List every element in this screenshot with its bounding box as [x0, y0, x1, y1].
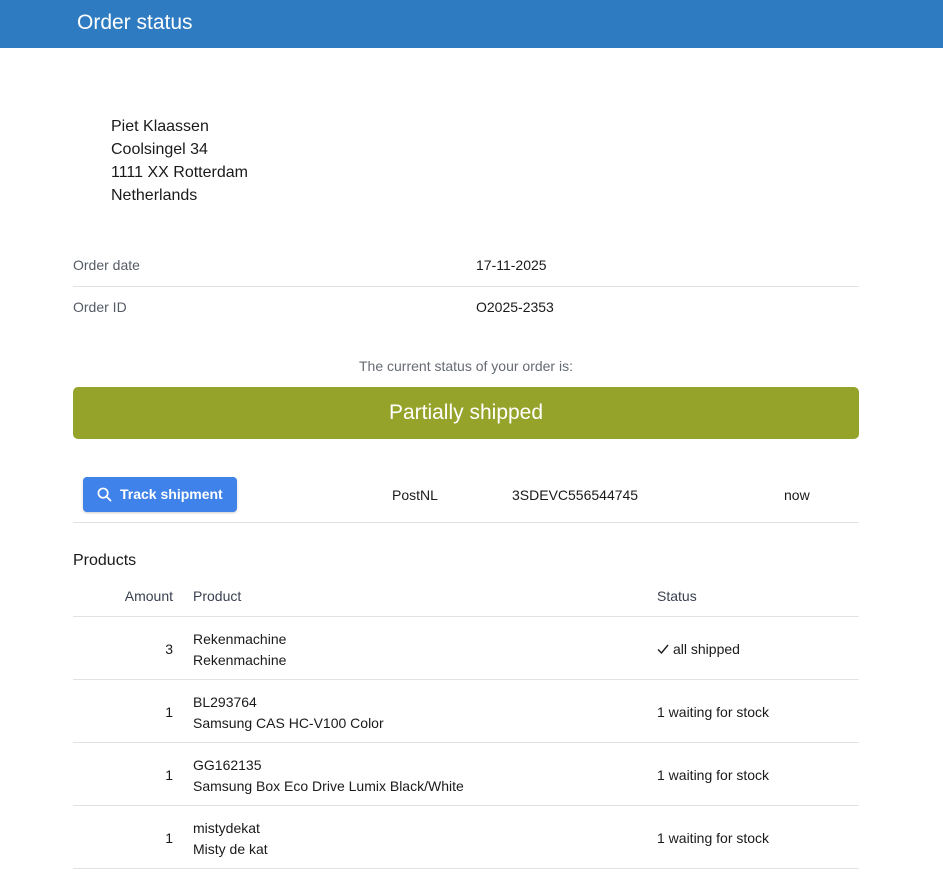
product-amount: 1	[165, 767, 173, 783]
table-row: 3 Rekenmachine Rekenmachine all shipped	[73, 617, 859, 680]
order-date-label: Order date	[73, 257, 140, 273]
product-name: Samsung CAS HC-V100 Color	[193, 715, 384, 731]
product-code: GG162135	[193, 757, 262, 773]
product-name: Rekenmachine	[193, 652, 287, 668]
column-header-status: Status	[657, 588, 697, 604]
order-id-value: O2025-2353	[476, 299, 554, 315]
shipment-carrier: PostNL	[392, 487, 438, 503]
products-table: Amount Product Status 3 Rekenmachine Rek…	[73, 576, 859, 869]
table-row: 1 mistydekat Misty de kat 1 waiting for …	[73, 806, 859, 869]
product-status: 1 waiting for stock	[657, 767, 770, 783]
product-code: BL293764	[193, 694, 257, 710]
address-country: Netherlands	[111, 187, 198, 204]
shipment-row: Track shipment PostNL 3SDEVC556544745 no…	[73, 467, 859, 523]
product-code: Rekenmachine	[193, 631, 287, 647]
column-header-amount: Amount	[124, 588, 173, 604]
column-header-product: Product	[193, 588, 242, 604]
address-street: Coolsingel 34	[111, 141, 208, 158]
table-row: 1 BL293764 Samsung CAS HC-V100 Color 1 w…	[73, 680, 859, 743]
header-bar: Order status	[0, 0, 943, 48]
page-title: Order status	[77, 11, 193, 34]
product-amount: 1	[165, 704, 173, 720]
track-shipment-label: Track shipment	[120, 486, 223, 502]
product-amount: 1	[165, 830, 173, 846]
products-table-header: Amount Product Status	[73, 576, 859, 617]
order-id-label: Order ID	[73, 299, 127, 315]
address-city: 1111 XX Rotterdam	[111, 164, 248, 181]
product-name: Samsung Box Eco Drive Lumix Black/White	[193, 778, 464, 794]
product-name: Misty de kat	[193, 841, 268, 857]
shipping-address: Piet Klaassen Coolsingel 34 1111 XX Rott…	[111, 115, 248, 207]
product-status: all shipped	[657, 641, 740, 657]
product-status: 1 waiting for stock	[657, 830, 770, 846]
search-icon	[97, 487, 112, 502]
products-heading: Products	[73, 552, 137, 569]
product-amount: 3	[165, 641, 173, 657]
status-caption: The current status of your order is:	[359, 358, 573, 374]
status-banner: Partially shipped	[73, 387, 859, 439]
order-info-table: Order date 17-11-2025 Order ID O2025-235…	[73, 245, 859, 328]
order-id-row: Order ID O2025-2353	[73, 287, 859, 328]
check-icon	[657, 644, 669, 655]
order-date-row: Order date 17-11-2025	[73, 245, 859, 287]
order-date-value: 17-11-2025	[476, 257, 547, 273]
track-shipment-button[interactable]: Track shipment	[83, 477, 237, 512]
product-code: mistydekat	[193, 820, 260, 836]
address-name: Piet Klaassen	[111, 118, 209, 135]
product-status: 1 waiting for stock	[657, 704, 770, 720]
product-status-text: all shipped	[673, 641, 740, 657]
table-row: 1 GG162135 Samsung Box Eco Drive Lumix B…	[73, 743, 859, 806]
shipment-time: now	[784, 487, 810, 503]
shipment-tracking-code: 3SDEVC556544745	[512, 487, 639, 503]
